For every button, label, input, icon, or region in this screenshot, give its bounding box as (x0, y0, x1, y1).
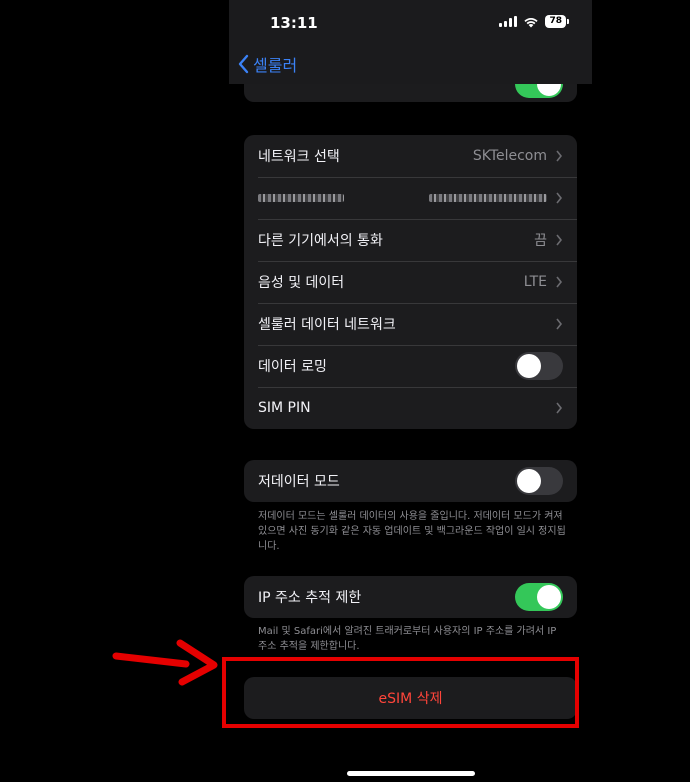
chevron-right-icon (556, 234, 563, 246)
row-voice-and-data[interactable]: 음성 및 데이터 LTE (244, 261, 577, 303)
row-label: 다른 기기에서의 통화 (258, 233, 383, 249)
battery-icon: 78 (545, 15, 569, 28)
low-data-mode-group: 저데이터 모드 (244, 460, 577, 502)
row-value: LTE (523, 274, 547, 290)
annotation-highlight-box (222, 657, 579, 728)
cellular-signal-icon (499, 16, 518, 27)
chevron-right-icon (556, 402, 563, 414)
row-network-selection[interactable]: 네트워크 선택 SKTelecom (244, 135, 577, 177)
annotation-arrow-icon (112, 639, 218, 686)
row-value: 끔 (534, 233, 547, 249)
back-label: 셀룰러 (253, 56, 298, 75)
navigation-bar: 셀룰러 (229, 44, 592, 84)
back-button[interactable]: 셀룰러 (237, 52, 297, 76)
row-label: 음성 및 데이터 (258, 275, 345, 291)
row-cellular-data-network[interactable]: 셀룰러 데이터 네트워크 (244, 303, 577, 345)
row-calls-on-other-devices[interactable]: 다른 기기에서의 통화 끔 (244, 219, 577, 261)
chevron-left-icon (238, 54, 249, 74)
row-label: SIM PIN (258, 400, 311, 416)
ip-tracking-footnote: Mail 및 Safari에서 알려진 트래커로부터 사용자의 IP 주소를 가… (258, 626, 557, 652)
network-settings-group: 네트워크 선택 SKTelecom 다른 기기에서의 통화 끔 음성 및 데이터… (244, 135, 577, 429)
row-label: 셀룰러 데이터 네트워크 (258, 317, 396, 333)
row-label: 저데이터 모드 (258, 474, 340, 490)
ip-tracking-group: IP 주소 추적 제한 (244, 576, 577, 618)
partial-settings-row (244, 84, 577, 102)
row-label: 데이터 로밍 (258, 359, 327, 375)
row-low-data-mode: 저데이터 모드 (244, 460, 577, 502)
redacted-label (258, 194, 344, 202)
partial-toggle[interactable] (515, 84, 563, 98)
chevron-right-icon (556, 192, 563, 204)
low-data-mode-toggle[interactable] (515, 467, 563, 495)
row-limit-ip-tracking: IP 주소 추적 제한 (244, 576, 577, 618)
row-redacted-number[interactable] (244, 177, 577, 219)
row-value: SKTelecom (472, 148, 547, 164)
row-data-roaming: 데이터 로밍 (244, 345, 577, 387)
row-label: 네트워크 선택 (258, 149, 340, 165)
row-label: IP 주소 추적 제한 (258, 590, 362, 606)
status-icons: 78 (499, 15, 569, 28)
chevron-right-icon (556, 318, 563, 330)
status-time: 13:11 (270, 14, 318, 32)
chevron-right-icon (556, 150, 563, 162)
wifi-icon (524, 17, 539, 27)
data-roaming-toggle[interactable] (515, 352, 563, 380)
status-bar: 13:11 78 (229, 0, 592, 44)
home-indicator (347, 771, 475, 776)
low-data-mode-footnote: 저데이터 모드는 셀룰러 데이터의 사용을 줄입니다. 저데이터 모드가 켜져 … (258, 511, 566, 552)
row-sim-pin[interactable]: SIM PIN (244, 387, 577, 429)
redacted-value (429, 194, 547, 202)
chevron-right-icon (556, 276, 563, 288)
limit-ip-tracking-toggle[interactable] (515, 583, 563, 611)
